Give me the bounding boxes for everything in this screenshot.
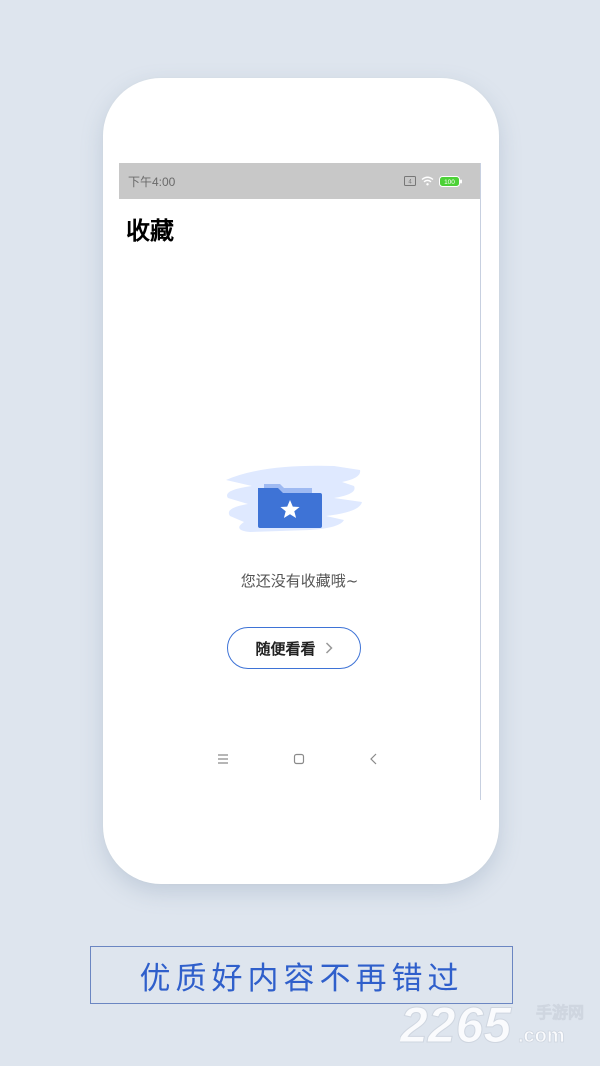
battery-level: 100 [444,179,455,186]
chevron-right-icon [325,642,333,654]
caption-text: 优质好内容不再错过 [139,960,464,997]
phone-screen: 下午4:00 4 100 收藏 您还没有收藏哦~ 随便看看 [119,163,481,800]
empty-illustration [222,458,366,538]
menu-icon [218,754,228,764]
wifi-icon [421,176,434,186]
svg-text:4: 4 [408,180,412,186]
caption-box: 优质好内容不再错过 [90,946,513,1004]
status-time: 下午4:00 [128,175,176,189]
status-icons: 4 100 [404,174,463,188]
menu-button[interactable] [214,750,232,768]
watermark-suffix: .com [518,1025,565,1047]
page-title: 收藏 [126,217,174,245]
sim-icon: 4 [404,176,416,186]
empty-message: 您还没有收藏哦~ [240,572,359,590]
back-icon [370,753,377,765]
status-bar: 下午4:00 4 100 [119,163,480,199]
home-icon [293,753,305,765]
watermark-brand: 2265 [400,997,512,1053]
home-button[interactable] [290,750,308,768]
browse-button-label: 随便看看 [255,639,316,658]
watermark-label: 手游网 [536,1003,584,1022]
phone-frame: 下午4:00 4 100 收藏 您还没有收藏哦~ 随便看看 [103,78,499,884]
browse-button[interactable]: 随便看看 [227,627,361,669]
folder-star-icon [226,465,362,532]
system-nav-bar [103,748,499,770]
battery-icon: 100 [439,175,462,187]
app-screenshot: 下午4:00 4 100 收藏 您还没有收藏哦~ 随便看看 优质好内容不再错过 … [0,0,600,1066]
back-button[interactable] [365,750,383,768]
